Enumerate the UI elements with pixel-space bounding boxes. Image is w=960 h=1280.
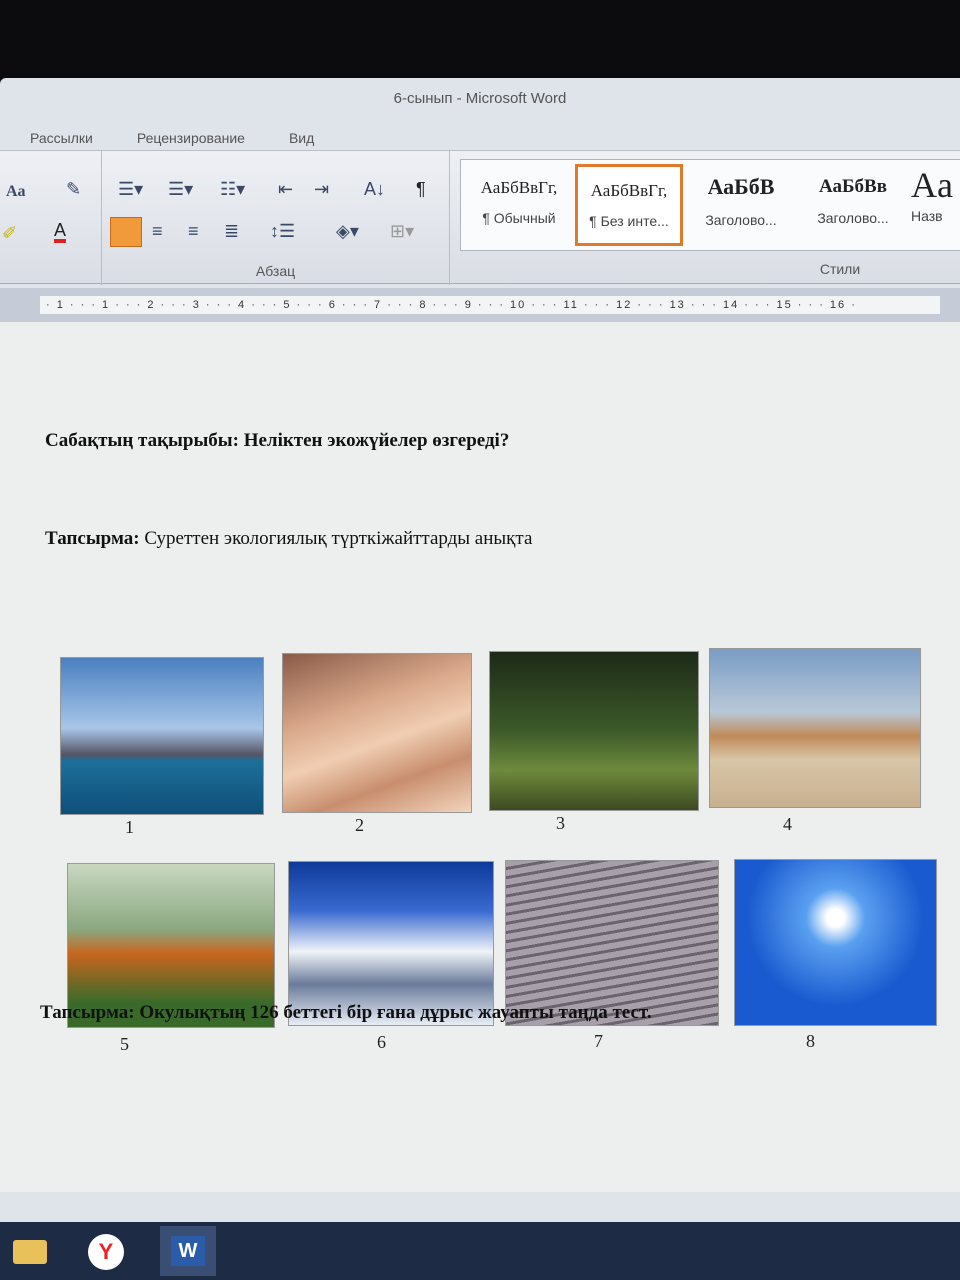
word-window: 6-сынып - Microsoft Word Рассылки Реценз…: [0, 78, 960, 1228]
bullets-icon[interactable]: ☰▾: [118, 179, 143, 200]
image-number: 6: [377, 1032, 386, 1052]
factory-image[interactable]: [60, 657, 264, 815]
sky-image[interactable]: [734, 859, 937, 1026]
numbering-icon[interactable]: ☰▾: [168, 179, 193, 200]
ribbon-tabs: Рассылки Рецензирование Вид: [30, 130, 314, 146]
align-right-icon[interactable]: ≡: [188, 221, 199, 242]
increase-indent-icon[interactable]: ⇥: [314, 179, 329, 200]
line-spacing-icon[interactable]: ↕☰: [270, 221, 295, 242]
tab-view[interactable]: Вид: [289, 130, 314, 146]
tab-mailings[interactable]: Рассылки: [30, 130, 93, 146]
horizontal-ruler[interactable]: · 1 · · · 1 · · · 2 · · · 3 · · · 4 · · …: [0, 288, 960, 322]
desert-image[interactable]: [282, 653, 472, 813]
ruler-scale: · 1 · · · 1 · · · 2 · · · 3 · · · 4 · · …: [40, 296, 940, 314]
image-number: 3: [556, 813, 565, 833]
multilevel-list-icon[interactable]: ☷▾: [220, 179, 245, 200]
spell-check-icon[interactable]: ✎: [66, 179, 81, 200]
sort-icon[interactable]: A↓: [364, 179, 385, 200]
task-2: Тапсырма: Окулықтың 126 беттегі бір ғана…: [40, 1002, 652, 1023]
align-center-icon[interactable]: ≡: [152, 221, 163, 242]
tab-review[interactable]: Рецензирование: [137, 130, 245, 146]
styles-group-label: Стили: [819, 261, 861, 277]
window-title: 6-сынып - Microsoft Word: [393, 90, 567, 107]
change-case-button[interactable]: Aa: [6, 183, 26, 201]
styles-gallery: АаБбВвГг, ¶ Обычный АаБбВвГг, ¶ Без инте..…: [460, 159, 960, 251]
shading-icon[interactable]: ◈▾: [336, 221, 359, 242]
decrease-indent-icon[interactable]: ⇤: [278, 179, 293, 200]
image-number: 1: [125, 817, 134, 837]
style-heading-1[interactable]: АаБбВ Заголово...: [687, 164, 795, 246]
lesson-topic: Сабақтың тақырыбы: Неліктен экожүйелер ө…: [45, 430, 510, 451]
highlight-color-icon[interactable]: ✐: [2, 223, 17, 244]
image-number: 7: [594, 1031, 603, 1051]
yandex-browser-icon[interactable]: Y: [84, 1230, 128, 1274]
screen-bezel: [0, 0, 960, 82]
word-icon[interactable]: W: [160, 1226, 216, 1276]
pilcrow-icon[interactable]: ¶: [416, 179, 426, 200]
camel-image[interactable]: [709, 648, 921, 808]
font-color-icon[interactable]: A: [54, 221, 67, 243]
task-1: Тапсырма: Суреттен экологиялық түрткіжай…: [45, 528, 533, 549]
style-no-spacing[interactable]: АаБбВвГг, ¶ Без инте...: [575, 164, 683, 246]
style-title[interactable]: Aa Назв: [911, 164, 960, 246]
style-normal[interactable]: АаБбВвГг, ¶ Обычный: [465, 164, 573, 246]
image-number: 4: [783, 814, 792, 834]
borders-icon[interactable]: ⊞▾: [390, 221, 414, 242]
taskbar: Y W: [0, 1222, 960, 1280]
paragraph-group: ☰▾ ☰▾ ☷▾ ⇤ ⇥ A↓ ¶ ≡ ≡ ≣ ↕☰ ◈▾ ⊞▾ Абзац: [102, 151, 450, 285]
image-number: 8: [806, 1031, 815, 1051]
paragraph-group-label: Абзац: [255, 263, 296, 279]
ribbon: Aa ✎ ✐ A ☰▾ ☰▾ ☷▾ ⇤ ⇥ A↓ ¶ ≡ ≡ ≣ ↕☰ ◈▾ ⊞…: [0, 150, 960, 285]
justify-icon[interactable]: ≣: [224, 221, 239, 242]
align-left-icon[interactable]: [110, 217, 142, 247]
image-number: 2: [355, 815, 364, 835]
image-number: 5: [120, 1034, 129, 1054]
forest-image[interactable]: [489, 651, 699, 811]
folder-icon[interactable]: [8, 1230, 52, 1274]
font-group: Aa ✎ ✐ A: [0, 151, 102, 285]
document-page[interactable]: Сабақтың тақырыбы: Неліктен экожүйелер ө…: [0, 322, 960, 1192]
style-heading-2[interactable]: АаБбВв Заголово...: [799, 164, 907, 246]
